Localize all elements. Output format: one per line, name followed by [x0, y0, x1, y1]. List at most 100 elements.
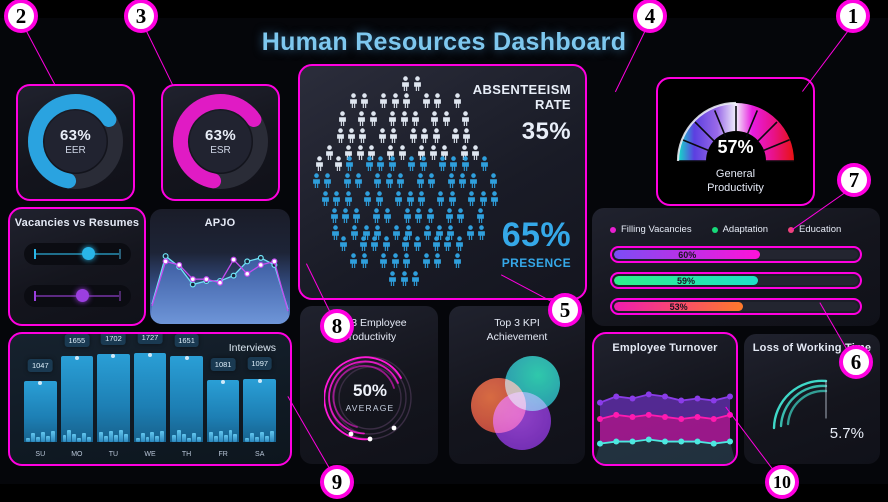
bar-marker-dot	[184, 356, 189, 361]
person-icon	[344, 190, 353, 206]
person-icon	[363, 190, 372, 206]
bar-marker-dot	[148, 353, 152, 358]
interview-bar[interactable]	[170, 356, 203, 442]
esr-value: 63%	[205, 127, 236, 144]
person-icon	[432, 127, 441, 143]
card-absenteeism[interactable]: ABSENTEEISM RATE 35% 65% PRESENCE	[298, 64, 587, 300]
card-employee-turnover[interactable]: Employee Turnover	[592, 332, 738, 466]
person-icon	[360, 253, 369, 269]
slider-vacancies[interactable]	[24, 243, 131, 265]
bar-value-label: 1651	[174, 334, 199, 348]
person-icon	[433, 93, 442, 109]
person-icon	[458, 173, 467, 189]
person-icon	[339, 236, 348, 252]
person-icon	[438, 156, 447, 172]
presence-label: PRESENCE	[501, 256, 571, 270]
person-icon	[341, 207, 350, 223]
card-apjo[interactable]: APJO	[150, 209, 290, 324]
person-icon	[451, 127, 460, 143]
person-icon	[449, 156, 458, 172]
person-icon	[343, 173, 352, 189]
top3-productivity-readout: 50% AVERAGE	[324, 346, 416, 448]
person-icon	[490, 190, 499, 206]
absenteeism-rate-line2: RATE	[534, 97, 571, 112]
legend-dot-icon	[711, 226, 718, 233]
progress-legend: Filling Vacancies Adaptation Education	[610, 224, 841, 235]
person-icon	[429, 145, 438, 160]
absenteeism-rate-value: 35%	[521, 118, 571, 145]
interview-bar[interactable]	[133, 353, 167, 442]
card-vacancies-vs-resumes[interactable]: Vacancies vs Resumes	[8, 207, 146, 326]
legend-item-1: Adaptation	[711, 224, 768, 235]
bar-axis-label: SU	[35, 451, 46, 458]
person-icon	[447, 173, 456, 189]
slider-vacancies-knob[interactable]	[82, 247, 95, 260]
person-icon	[433, 253, 442, 269]
productivity-label-line1: General	[715, 168, 756, 180]
top3-productivity-rings: 50% AVERAGE	[323, 350, 416, 448]
eer-donut: 63% EER	[26, 92, 125, 191]
card-interviews[interactable]: Interviews 1047 SU 1655 MO 1702 TU 1727 WE 1651 T…	[8, 332, 292, 466]
card-top3-kpi[interactable]: Top 3 KPI Achievement	[449, 306, 585, 464]
vacancies-title: Vacancies vs Resumes	[14, 217, 140, 229]
progress-track: 60%	[614, 250, 858, 259]
person-icon	[445, 207, 454, 223]
progress-value: 53%	[669, 302, 688, 311]
callout-badge-1: 1	[836, 0, 870, 33]
interview-bar[interactable]	[206, 379, 240, 442]
eer-label: EER	[65, 145, 86, 156]
callout-badge-7: 7	[837, 163, 871, 197]
slider-resumes-knob[interactable]	[76, 289, 89, 302]
person-icon	[461, 110, 470, 126]
person-icon	[321, 190, 330, 206]
slider-vacancies-track[interactable]	[34, 253, 121, 255]
card-esr-gauge[interactable]: 63% ESR	[161, 84, 280, 201]
progress-bar-adaptation[interactable]: 59%	[610, 272, 862, 289]
person-icon	[378, 127, 387, 143]
person-icon	[461, 156, 470, 172]
bar-value-label: 1081	[210, 357, 236, 371]
bar-marker-dot	[221, 379, 226, 384]
interview-bar[interactable]	[97, 354, 130, 442]
person-icon	[414, 207, 423, 223]
person-icon	[332, 190, 341, 206]
person-icon	[442, 110, 451, 126]
person-icon	[402, 253, 411, 269]
interview-bar[interactable]	[60, 356, 94, 442]
person-icon	[391, 253, 400, 269]
person-icon	[379, 93, 388, 109]
person-icon	[369, 110, 378, 126]
person-icon	[432, 236, 441, 252]
bar-value-label: 1655	[64, 334, 90, 348]
eer-value: 63%	[60, 127, 91, 144]
person-icon	[401, 236, 410, 252]
interview-bar[interactable]	[243, 378, 276, 442]
person-icon	[416, 173, 425, 189]
card-general-productivity[interactable]: 57% General Productivity	[656, 77, 815, 206]
person-icon	[456, 207, 465, 223]
person-icon	[389, 127, 398, 143]
person-icon	[420, 127, 429, 143]
person-icon	[480, 156, 489, 172]
person-icon	[375, 190, 384, 206]
bar-sparkline	[62, 424, 92, 442]
callout-badge-6: 6	[839, 345, 873, 379]
person-icon	[413, 236, 422, 252]
person-icon	[334, 156, 343, 172]
card-eer-gauge[interactable]: 63% EER	[16, 84, 135, 201]
interviews-bars: 1047 SU 1655 MO 1702 TU 1727 WE 1651 TH 1081 FR 1097…	[10, 334, 290, 464]
callout-badge-8: 8	[320, 309, 354, 343]
person-icon	[448, 190, 457, 206]
person-icon	[430, 110, 439, 126]
person-icon	[372, 207, 381, 223]
bar-value-label: 1727	[137, 334, 163, 345]
person-icon	[370, 236, 379, 252]
slider-resumes[interactable]	[24, 285, 131, 307]
progress-track: 59%	[614, 276, 858, 285]
person-icon	[312, 173, 321, 189]
interview-bar[interactable]	[24, 381, 57, 442]
person-icon	[479, 190, 488, 206]
dashboard-screenshot: Human Resources Dashboard 63% EER 63% ES…	[0, 0, 888, 502]
progress-bar-filling-vacancies[interactable]: 60%	[610, 246, 862, 263]
person-icon	[400, 270, 409, 286]
